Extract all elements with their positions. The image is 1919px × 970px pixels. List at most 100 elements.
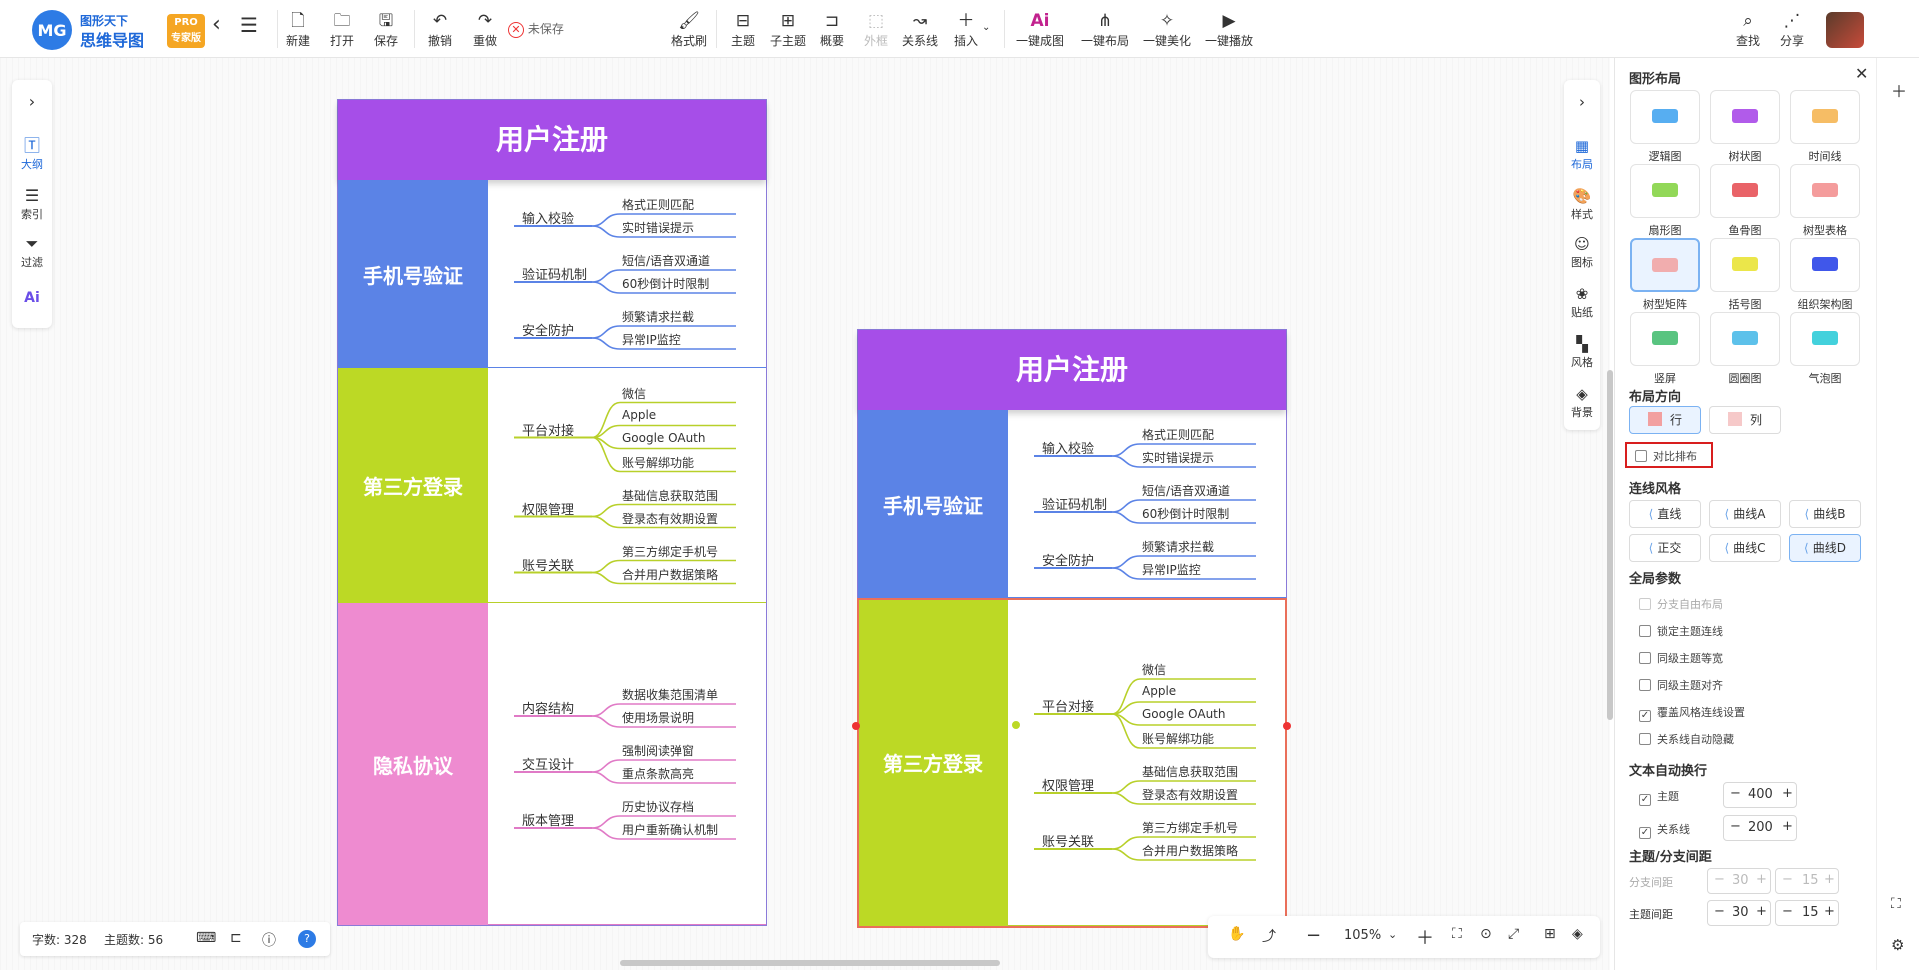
leaf-topic[interactable]: 短信/语音双通道	[618, 252, 714, 271]
leaf-topic[interactable]: 60秒倒计时限制	[1138, 505, 1233, 524]
leaf-topic[interactable]: 使用场景说明	[618, 709, 698, 728]
chevron-down-icon[interactable]: ⌄	[1388, 928, 1397, 941]
close-icon[interactable]: ✕	[1855, 64, 1868, 83]
filter-button[interactable]: ⏷ 过滤	[12, 234, 52, 270]
wrap-topic-value[interactable]: 400	[1748, 787, 1773, 802]
layout-option[interactable]: 树状图	[1709, 90, 1781, 164]
help-icon[interactable]: ?	[298, 930, 316, 948]
wrap-relation-value[interactable]: 200	[1748, 820, 1773, 835]
relation-button[interactable]: ↝ 关系线	[902, 10, 938, 49]
leaf-topic[interactable]: 合并用户数据策略	[618, 566, 722, 585]
mindmap-canvas[interactable]	[0, 58, 1610, 970]
wrap-relation-checkbox[interactable]: ✓ 关系线	[1639, 821, 1690, 839]
wrap-topic-stepper[interactable]: − 400 +	[1723, 782, 1797, 808]
leaf-topic[interactable]: 短信/语音双通道	[1138, 482, 1234, 501]
settings-gear-icon[interactable]: ⚙	[1891, 936, 1904, 954]
keyboard-icon[interactable]: ⌨	[196, 930, 216, 946]
increment-button[interactable]: +	[1756, 872, 1767, 887]
increment-button[interactable]: +	[1824, 872, 1835, 887]
leaf-topic[interactable]: 微信	[1138, 661, 1170, 680]
connector-tool-icon[interactable]: ⤴	[1262, 926, 1276, 946]
layout-tab[interactable]: ▦ 布局	[1564, 136, 1600, 172]
leaf-topic[interactable]: 实时错误提示	[1138, 449, 1218, 468]
subtopic-button[interactable]: ⊞ 子主题	[770, 10, 806, 49]
leaf-topic[interactable]: 强制阅读弹窗	[618, 742, 698, 761]
wrap-topic-checkbox[interactable]: ✓ 主题	[1639, 788, 1679, 806]
leaf-topic[interactable]: 第三方绑定手机号	[618, 543, 722, 562]
find-button[interactable]: ⌕ 查找	[1736, 10, 1760, 49]
background-tab[interactable]: ◈ 背景	[1564, 384, 1600, 420]
open-button[interactable]: 🗀 打开	[330, 10, 354, 49]
layout-option[interactable]: 圆圈图	[1709, 312, 1781, 386]
branch-topic[interactable]: 输入校验	[1042, 438, 1094, 459]
layout-option[interactable]: 气泡图	[1789, 312, 1861, 386]
insert-dropdown[interactable]: ⌄	[982, 22, 990, 33]
insert-button[interactable]: ＋ 插入	[954, 10, 978, 49]
leaf-topic[interactable]: 基础信息获取范围	[618, 487, 722, 506]
layout-option[interactable]: 鱼骨图	[1709, 164, 1781, 238]
collapse-toggle[interactable]	[1010, 719, 1022, 731]
mindmap-root-title[interactable]: 用户注册	[858, 330, 1286, 410]
section-title[interactable]: 隐私协议	[338, 603, 488, 925]
expand-left-button[interactable]: ›	[12, 92, 52, 112]
global-option-checkbox[interactable]: 关系线自动隐藏	[1639, 731, 1734, 747]
leaf-topic[interactable]: 数据收集范围清单	[618, 686, 722, 705]
section-title[interactable]: 第三方登录	[858, 598, 1008, 926]
decrement-button[interactable]: −	[1714, 904, 1725, 919]
layout-option[interactable]: 时间线	[1789, 90, 1861, 164]
decrement-button[interactable]: −	[1782, 872, 1793, 887]
leaf-topic[interactable]: 微信	[618, 385, 650, 404]
user-avatar[interactable]	[1826, 12, 1864, 48]
layout-option[interactable]: 树型矩阵	[1629, 238, 1701, 312]
save-button[interactable]: 🖫 保存	[374, 10, 398, 49]
leaf-topic[interactable]: Apple	[1138, 684, 1180, 700]
leaf-topic[interactable]: 基础信息获取范围	[1138, 763, 1242, 782]
leaf-topic[interactable]: 频繁请求拦截	[618, 308, 698, 327]
branch-topic[interactable]: 平台对接	[1042, 696, 1094, 717]
section-title[interactable]: 手机号验证	[338, 180, 488, 368]
branch-spacing-b[interactable]: 15	[1802, 873, 1819, 888]
collapse-panel-button[interactable]: ›	[1564, 92, 1600, 112]
decrement-button[interactable]: −	[1730, 819, 1741, 834]
vertical-scrollbar[interactable]	[1607, 370, 1613, 720]
section-title[interactable]: 第三方登录	[338, 368, 488, 603]
leaf-topic[interactable]: 用户重新确认机制	[618, 821, 722, 840]
screenshot-icon[interactable]: ⛶	[1891, 896, 1901, 912]
branch-topic[interactable]: 验证码机制	[522, 264, 587, 285]
topic-button[interactable]: ⊟ 主题	[731, 10, 755, 49]
topic-spacing-stepper-b[interactable]: − 15 +	[1775, 900, 1839, 926]
branch-topic[interactable]: 安全防护	[522, 320, 574, 341]
layout-option[interactable]: 组织架构图	[1789, 238, 1861, 312]
leaf-topic[interactable]: 格式正则匹配	[618, 196, 698, 215]
ai-sidebar-button[interactable]: Ai	[12, 290, 52, 306]
play-button[interactable]: ▶ 一键播放	[1205, 10, 1253, 49]
leaf-topic[interactable]: 格式正则匹配	[1138, 426, 1218, 445]
share-button[interactable]: ⋰ 分享	[1780, 10, 1804, 49]
direction-row-button[interactable]: 行	[1629, 406, 1701, 434]
fit-screen-icon[interactable]: ⛶	[1452, 926, 1462, 942]
leaf-topic[interactable]: 60秒倒计时限制	[618, 275, 713, 294]
undo-button[interactable]: ↶ 撤销	[428, 10, 452, 49]
leaf-topic[interactable]: 登录态有效期设置	[618, 510, 722, 529]
resize-handle[interactable]	[1283, 722, 1291, 730]
info-icon[interactable]: ⓘ	[262, 930, 276, 950]
leaf-topic[interactable]: 重点条款高亮	[618, 765, 698, 784]
format-brush-button[interactable]: 🖌 格式刷	[671, 10, 707, 49]
decrement-button[interactable]: −	[1782, 904, 1793, 919]
global-option-checkbox[interactable]: 同级主题等宽	[1639, 650, 1723, 666]
global-option-checkbox[interactable]: ✓ 覆盖风格连线设置	[1639, 704, 1745, 722]
layout-toggle-icon[interactable]: ⊏	[230, 930, 242, 946]
ai-map-button[interactable]: Ai 一键成图	[1016, 10, 1064, 49]
line-style-option[interactable]: ⟨ 曲线A	[1709, 500, 1781, 528]
branch-topic[interactable]: 权限管理	[522, 499, 574, 520]
back-button[interactable]: ‹	[212, 14, 221, 36]
leaf-topic[interactable]: Google OAuth	[618, 431, 710, 447]
line-style-option[interactable]: ⟨ 直线	[1629, 500, 1701, 528]
topic-spacing-stepper-a[interactable]: − 30 +	[1707, 900, 1771, 926]
decrement-button[interactable]: −	[1714, 872, 1725, 887]
layout-option[interactable]: 树型表格	[1789, 164, 1861, 238]
line-style-option[interactable]: ⟨ 正交	[1629, 534, 1701, 562]
leaf-topic[interactable]: 账号解绑功能	[618, 454, 698, 473]
zoom-in-button[interactable]: ＋	[1416, 924, 1434, 950]
contrast-checkbox[interactable]: 对比排布	[1635, 448, 1697, 464]
